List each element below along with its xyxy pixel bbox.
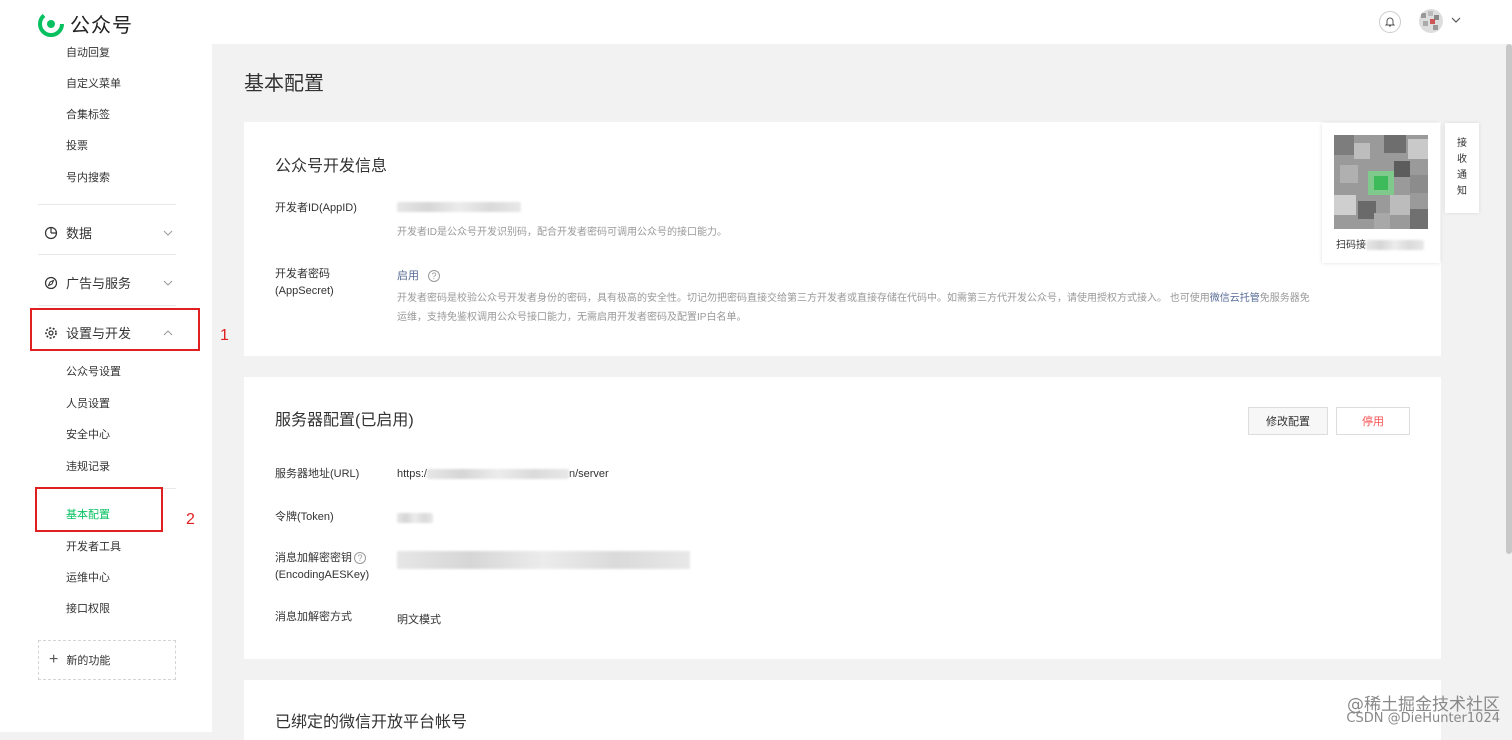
wechat-mp-logo-icon [38, 10, 64, 37]
sidebar-group-data[interactable]: 数据 [44, 223, 174, 242]
chevron-down-icon [163, 230, 173, 236]
help-icon[interactable]: ? [428, 270, 441, 283]
sidebar-item-violation-records[interactable]: 违规记录 [66, 458, 110, 474]
notice-char: 通 [1457, 170, 1467, 181]
server-url-prefix: https:/ [397, 468, 427, 480]
top-bar: 公众号 [0, 0, 1512, 44]
appid-value-redacted [397, 202, 521, 212]
qr-code-panel: 扫码接 [1322, 123, 1440, 263]
qr-caption-text: 扫码接 [1336, 240, 1366, 251]
cloud-hosting-link[interactable]: 微信云托管 [1210, 293, 1260, 304]
pie-chart-icon [44, 226, 58, 239]
secret-label: 开发者密码(AppSecret) [275, 268, 334, 297]
annotation-box-1 [30, 308, 200, 351]
help-icon[interactable]: ? [354, 552, 366, 565]
server-url-value: https:/ n/server [397, 468, 609, 480]
qr-code-image [1334, 135, 1428, 229]
chevron-down-icon[interactable] [1450, 14, 1462, 26]
token-label: 令牌(Token) [275, 511, 334, 523]
watermark-csdn: CSDN @DieHunter1024 [1346, 711, 1500, 726]
sidebar-group-ads[interactable]: 广告与服务 [44, 273, 174, 292]
sidebar-item-collection-tags[interactable]: 合集标签 [66, 106, 110, 122]
new-function-button[interactable]: + 新的功能 [38, 640, 176, 680]
qr-caption: 扫码接 [1336, 236, 1424, 251]
encryption-mode-label: 消息加解密方式 [275, 611, 352, 623]
sidebar-item-custom-menu[interactable]: 自定义菜单 [66, 75, 121, 91]
plus-icon: + [49, 651, 59, 668]
page-scrollbar[interactable] [1506, 44, 1512, 554]
server-config-title: 服务器配置(已启用) [275, 412, 414, 429]
sidebar-divider [38, 204, 176, 205]
sidebar: 自动回复 自定义菜单 合集标签 投票 号内搜索 数据 广告与服务 设置与开发 公… [0, 44, 212, 732]
chevron-down-icon [163, 280, 173, 286]
receive-notification-tab[interactable]: 接 收 通 知 [1445, 123, 1479, 213]
sidebar-item-developer-tools[interactable]: 开发者工具 [66, 538, 121, 554]
sidebar-item-account-settings[interactable]: 公众号设置 [66, 363, 121, 379]
sidebar-item-vote[interactable]: 投票 [66, 137, 88, 153]
server-url-label: 服务器地址(URL) [275, 468, 360, 480]
secret-hint: 开发者密码是校验公众号开发者身份的密码，具有极高的安全性。切记勿把密码直接交给第… [397, 289, 1407, 327]
new-function-label: 新的功能 [66, 655, 111, 667]
server-config-card: 服务器配置(已启用) 修改配置 停用 服务器地址(URL) https:/ n/s… [244, 377, 1441, 659]
notice-char: 收 [1457, 154, 1467, 165]
notification-bell-icon[interactable] [1379, 11, 1401, 33]
sidebar-item-in-account-search[interactable]: 号内搜索 [66, 169, 110, 185]
encryption-mode-value: 明文模式 [397, 614, 441, 626]
sidebar-item-api-permissions[interactable]: 接口权限 [66, 600, 110, 616]
server-url-redacted [426, 469, 569, 480]
token-value-redacted [397, 513, 433, 523]
dev-info-card: 公众号开发信息 开发者ID(AppID) 开发者ID是公众号开发识别码，配合开发… [244, 122, 1441, 356]
open-platform-card: 已绑定的微信开放平台帐号 [244, 680, 1441, 740]
compass-icon [44, 276, 58, 289]
sidebar-divider [38, 254, 176, 255]
appid-hint: 开发者ID是公众号开发识别码，配合开发者密码可调用公众号的接口能力。 [397, 227, 727, 238]
annotation-number-1: 1 [220, 327, 229, 344]
modify-config-button[interactable]: 修改配置 [1248, 407, 1328, 435]
sidebar-group-label: 数据 [66, 226, 93, 241]
aeskey-label-line2: (EncodingAESKey) [275, 569, 370, 581]
disable-button[interactable]: 停用 [1336, 407, 1410, 435]
user-avatar[interactable] [1419, 9, 1443, 33]
app-logo[interactable]: 公众号 [38, 9, 133, 38]
app-title: 公众号 [70, 15, 133, 37]
sidebar-item-security-center[interactable]: 安全中心 [66, 426, 110, 442]
secret-hint-text-1: 开发者密码是校验公众号开发者身份的密码，具有极高的安全性。切记勿把密码直接交给第… [397, 293, 1210, 304]
sidebar-group-label: 广告与服务 [66, 276, 132, 291]
secret-status-link[interactable]: 启用 ? [397, 267, 441, 283]
qr-caption-redacted [1366, 240, 1424, 251]
sidebar-divider [38, 305, 176, 306]
annotation-number-2: 2 [186, 511, 195, 528]
secret-hint-text-2: 免服务器免 [1259, 293, 1310, 304]
sidebar-item-staff-settings[interactable]: 人员设置 [66, 395, 110, 411]
sidebar-item-auto-reply[interactable]: 自动回复 [66, 44, 110, 60]
aeskey-value-redacted [397, 551, 690, 569]
server-url-suffix: n/server [568, 468, 609, 480]
aeskey-label: 消息加解密密钥? (EncodingAESKey) [275, 550, 369, 584]
notice-char: 知 [1457, 186, 1467, 197]
dev-info-title: 公众号开发信息 [275, 158, 388, 175]
secret-hint-text-3: 运维，支持免鉴权调用公众号接口能力，无需启用开发者密码及配置IP白名单。 [397, 312, 747, 323]
open-platform-title: 已绑定的微信开放平台帐号 [275, 714, 468, 731]
notice-char: 接 [1457, 138, 1467, 149]
appid-label: 开发者ID(AppID) [275, 202, 357, 214]
secret-status-text: 启用 [397, 270, 419, 282]
annotation-box-2 [35, 487, 163, 532]
sidebar-item-ops-center[interactable]: 运维中心 [66, 569, 110, 585]
aeskey-label-line1: 消息加解密密钥 [275, 552, 352, 564]
page-title: 基本配置 [244, 73, 324, 95]
